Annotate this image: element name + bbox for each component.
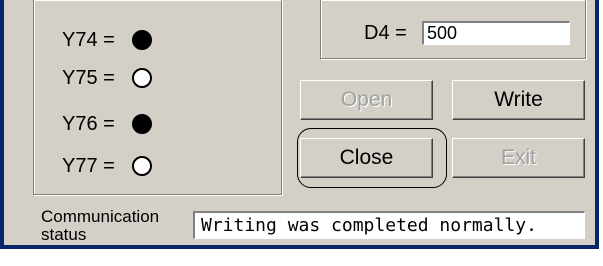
open-button[interactable]: Open [300,80,433,120]
y74-lamp-icon [132,30,152,50]
communication-status-field[interactable] [193,211,585,239]
d4-label: D4 = [364,22,407,44]
y75-lamp-icon [132,68,152,88]
y75-label: Y75 = [62,67,115,89]
d4-value-input[interactable] [422,21,570,45]
communication-status-text: Communication status [41,207,160,244]
y76-label: Y76 = [62,113,115,135]
y77-lamp-icon [132,156,152,176]
exit-button[interactable]: Exit [452,138,585,178]
y76-lamp-icon [132,114,152,134]
app-window: Y74 = Y75 = Y76 = Y77 = D4 = Open Write … [0,0,599,249]
communication-status-label: Communication status [41,208,191,244]
y74-label: Y74 = [62,29,115,51]
y77-label: Y77 = [62,155,115,177]
write-button[interactable]: Write [452,80,585,120]
close-button-highlight [297,128,447,188]
